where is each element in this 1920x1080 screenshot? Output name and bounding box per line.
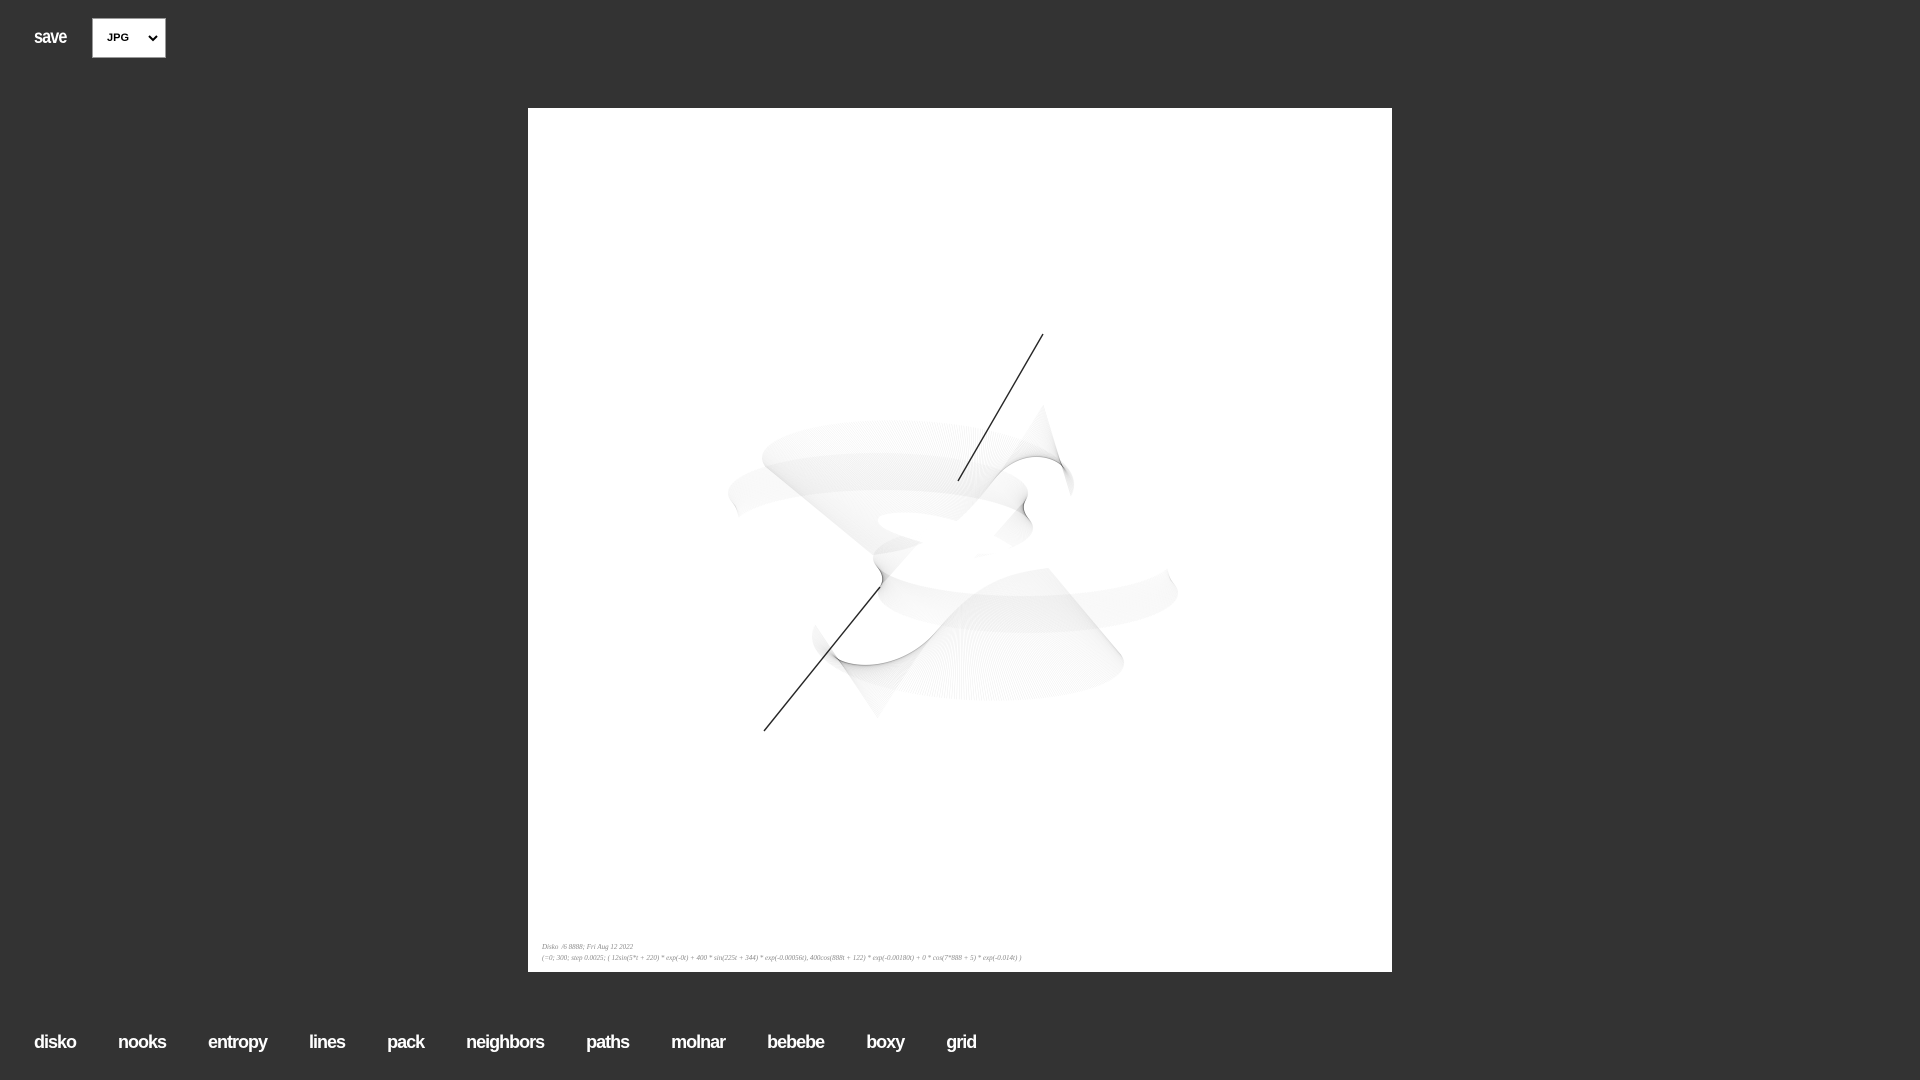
chevron-down-icon [148,35,158,42]
toolbar: save JPG [34,18,166,58]
format-select[interactable]: JPG [92,18,166,58]
artwork-caption-title: Disko /6 8888; Fri Aug 12 2022 [542,943,634,951]
disko-artwork [727,333,1179,732]
artwork-canvas: Disko /6 8888; Fri Aug 12 2022 (=0; 300;… [528,108,1392,972]
artwork-caption: Disko /6 8888; Fri Aug 12 2022 (=0; 300;… [542,942,1021,964]
nav-link-boxy[interactable]: boxy [866,1032,905,1053]
bottom-nav: disko nooks entropy lines pack neighbors… [34,1032,1018,1053]
nav-link-paths[interactable]: paths [586,1032,630,1053]
nav-link-neighbors[interactable]: neighbors [466,1032,545,1053]
nav-link-bebebe[interactable]: bebebe [767,1032,825,1053]
nav-link-molnar[interactable]: molnar [671,1032,726,1053]
nav-link-pack[interactable]: pack [387,1032,425,1053]
nav-link-lines[interactable]: lines [309,1032,346,1053]
save-button[interactable]: save [34,27,77,49]
format-select-value: JPG [107,32,130,44]
nav-link-grid[interactable]: grid [946,1032,977,1053]
nav-link-entropy[interactable]: entropy [208,1032,268,1053]
nav-link-nooks[interactable]: nooks [118,1032,167,1053]
artwork-caption-formula: (=0; 300; step 0.0025; ( 12sin(5*t + 220… [542,954,1022,962]
nav-link-disko[interactable]: disko [34,1032,77,1053]
